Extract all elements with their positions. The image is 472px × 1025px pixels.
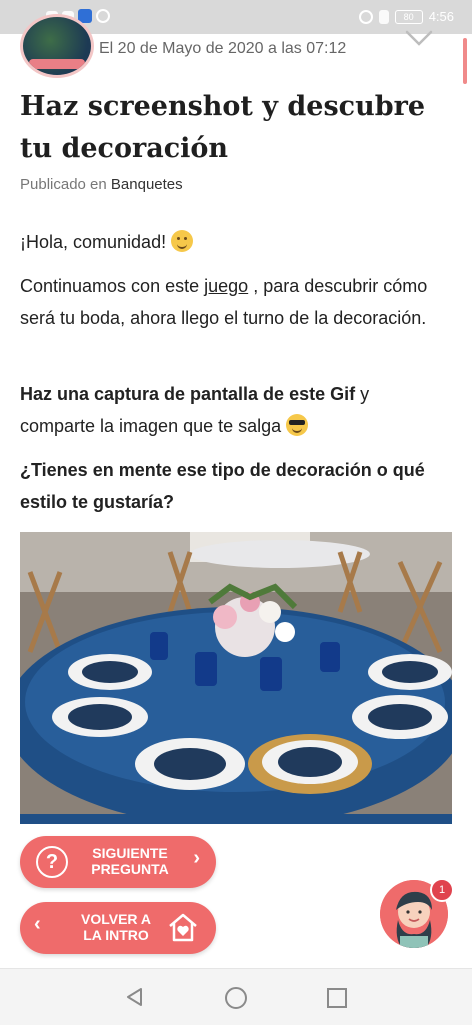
battery-icon: 80 (394, 9, 423, 24)
back-to-intro-button[interactable]: ‹ VOLVER A LA INTRO (20, 902, 216, 954)
wedding-table-photo[interactable] (20, 532, 452, 824)
instruction-paragraph: Haz una captura de pantalla de este Gif … (20, 378, 440, 442)
next-label-line1: SIGUIENTE (92, 845, 168, 861)
author-avatar[interactable] (20, 14, 94, 78)
published-prefix: Publicado en (20, 176, 107, 193)
avatar-band (29, 59, 85, 69)
question-icon: ? (36, 846, 68, 878)
instruction-bold: Haz una captura de pantalla de este Gif (20, 384, 356, 404)
notification-badge: 1 (430, 878, 454, 902)
whatsapp-icon (96, 9, 110, 23)
next-question-button[interactable]: ? SIGUIENTE PREGUNTA › (20, 836, 216, 888)
back-label: VOLVER A LA INTRO (56, 911, 176, 943)
home-heart-icon (169, 913, 197, 942)
back-triangle-icon[interactable] (125, 987, 145, 1007)
greeting-text: ¡Hola, comunidad! (20, 232, 167, 252)
post-category-line: Publicado en Banquetes (20, 176, 183, 193)
next-label: SIGUIENTE PREGUNTA (70, 845, 190, 877)
next-label-line2: PREGUNTA (91, 861, 169, 877)
intro-before: Continuamos con este (20, 276, 200, 296)
intro-paragraph: Continuamos con este juego , para descub… (20, 270, 440, 334)
back-label-line1: VOLVER A (80, 911, 151, 927)
greeting-paragraph: ¡Hola, comunidad! (20, 226, 440, 258)
game-link[interactable]: juego (204, 276, 248, 296)
status-right-icons: 80 4:56 (358, 9, 454, 24)
status-time: 4:56 (428, 9, 454, 24)
post-date: El 20 de Mayo de 2020 a las 07:12 (99, 40, 347, 57)
vibrate-icon (378, 9, 389, 24)
smile-emoji-icon (171, 230, 194, 252)
recents-square-icon[interactable] (327, 988, 347, 1008)
post-title: Haz screenshot y descubre tu decoración (20, 91, 425, 164)
category-link[interactable]: Banquetes (111, 176, 183, 193)
chevron-right-icon: › (193, 847, 200, 869)
chevron-left-icon: ‹ (34, 913, 41, 935)
home-circle-icon[interactable] (225, 987, 247, 1009)
alarm-icon (358, 9, 373, 24)
back-label-line2: LA INTRO (83, 927, 149, 943)
like-heart-icon[interactable] (405, 30, 433, 48)
question-paragraph: ¿Tienes en mente ese tipo de decoración … (20, 460, 425, 512)
sunglasses-emoji-icon (286, 414, 309, 436)
scrollbar[interactable] (463, 38, 467, 84)
system-navigation-bar (0, 968, 472, 1025)
